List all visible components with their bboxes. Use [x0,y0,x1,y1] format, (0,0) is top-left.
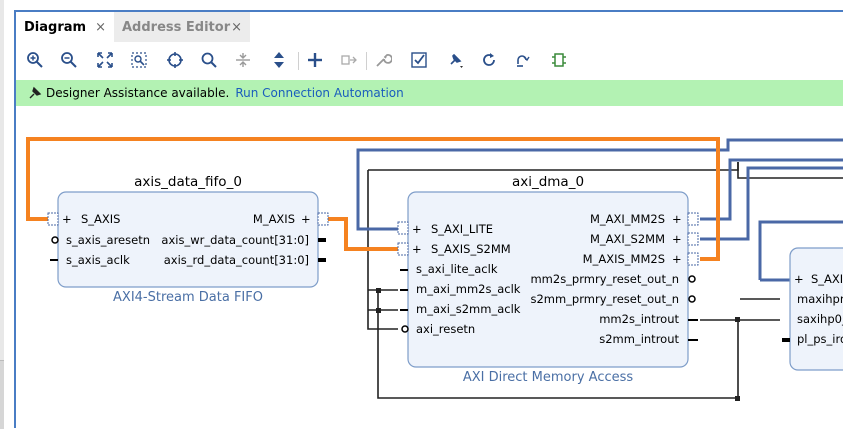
block-design-canvas: axis_data_fifo_0 AXI4-Stream Data FIFO +… [26,137,843,401]
m-axis-interface-pin[interactable] [317,212,329,226]
axi-dma-block[interactable]: axi_dma_0 AXI Direct Memory Access + S_A… [397,174,699,385]
dma-port-mm2s-introut: mm2s_introut [599,312,679,326]
fifo-expand-plus-icon[interactable]: + [301,212,311,226]
dma-port-lite-aclk: s_axi_lite_aclk [416,262,498,276]
reset-pin-icon[interactable] [688,275,696,283]
dma-port-s-axi-lite: S_AXI_LITE [431,222,493,236]
s-axi-lite-interface-pin[interactable] [397,221,409,235]
s-axis-s2mm-interface-pin[interactable] [397,242,409,256]
dma-port-s2mm-introut: s2mm_introut [599,332,679,346]
dma-port-m-axi-mm2s: M_AXI_MM2S [590,212,665,226]
dma-port-m-axis-mm2s: M_AXIS_MM2S [583,252,665,266]
reset-pin-icon[interactable] [401,325,409,333]
dma-ip-subtitle: AXI Direct Memory Access [463,370,634,385]
dma-port-resetn: axi_resetn [416,322,475,336]
fifo-port-s-axis: S_AXIS [81,212,121,226]
s-axis-interface-pin[interactable] [47,212,59,226]
fifo-instance-name: axis_data_fifo_0 [134,174,242,190]
junction-dot [376,308,381,313]
dma-port-mm2s-reset-out: mm2s_prmry_reset_out_n [530,272,679,286]
zynq-ps-block-partial[interactable]: + S_AXI maxihpm saxihp0_ pl_ps_irq [782,247,843,371]
dma-port-s2mm-reset-out: s2mm_prmry_reset_out_n [530,292,679,306]
dma-expand-plus-icon[interactable]: + [672,232,682,246]
fifo-expand-plus-icon[interactable]: + [62,212,72,226]
junction-dot [735,396,740,401]
dma-instance-name: axi_dma_0 [512,174,584,190]
ps-expand-plus-icon[interactable]: + [794,272,804,286]
ps-port-pl-ps-irq: pl_ps_irq [797,332,843,346]
dma-expand-plus-icon[interactable]: + [672,212,682,226]
junction-dot [376,288,381,293]
fifo-port-rd-count: axis_rd_data_count[31:0] [164,253,309,267]
ps-port-s-axi: S_AXI [811,272,843,286]
fifo-port-aclk: s_axis_aclk [66,253,130,267]
reset-pin-icon[interactable] [688,295,696,303]
dma-port-s-axis-s2mm: S_AXIS_S2MM [431,242,511,256]
ps-port-saxihp0: saxihp0_ [797,312,843,326]
dma-port-mm2s-aclk: m_axi_mm2s_aclk [416,282,521,296]
reset-pin-icon[interactable] [51,236,59,244]
dma-expand-plus-icon[interactable]: + [672,252,682,266]
axis-data-fifo-block[interactable]: axis_data_fifo_0 AXI4-Stream Data FIFO +… [47,174,329,305]
fifo-port-aresetn: s_axis_aresetn [66,233,150,247]
fifo-port-m-axis: M_AXIS [253,212,295,226]
fifo-ip-subtitle: AXI4-Stream Data FIFO [113,290,263,305]
dma-expand-plus-icon[interactable]: + [412,222,422,236]
m-axis-mm2s-interface-pin[interactable] [687,252,699,266]
dma-port-s2mm-aclk: m_axi_s2mm_aclk [416,302,521,316]
ps-port-maxihpm: maxihpm [797,292,843,306]
m-axi-mm2s-interface-pin[interactable] [687,212,699,226]
dma-expand-plus-icon[interactable]: + [412,242,422,256]
m-axi-s2mm-interface-pin[interactable] [687,232,699,246]
junction-dot [735,317,740,322]
dma-port-m-axi-s2mm: M_AXI_S2MM [590,232,665,246]
fifo-port-wr-count: axis_wr_data_count[31:0] [161,233,309,247]
